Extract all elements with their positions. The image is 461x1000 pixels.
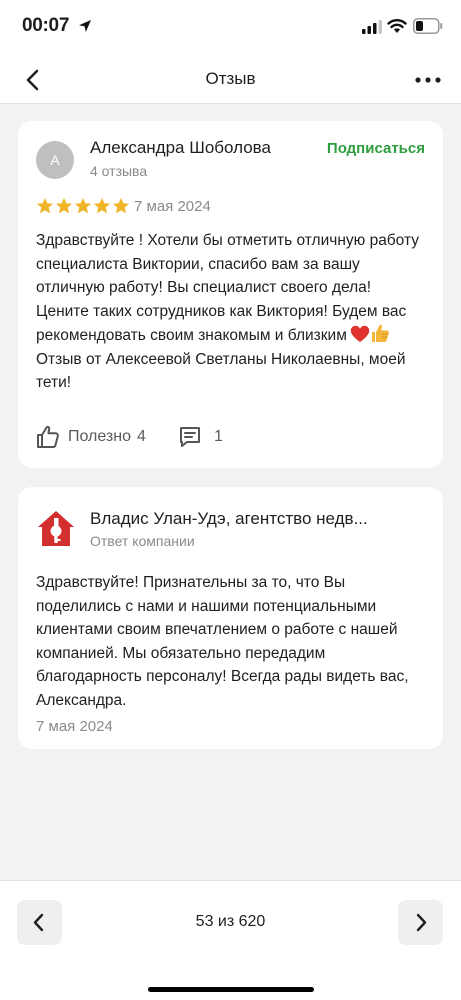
star-icon: [93, 197, 111, 214]
thumbs-up-icon: [37, 425, 59, 448]
cellular-signal-icon: [362, 20, 382, 34]
avatar[interactable]: А: [36, 141, 74, 179]
review-card: А Александра Шоболова 4 отзыва Подписать…: [18, 121, 443, 468]
page-title: Отзыв: [205, 69, 256, 88]
red-heart-emoji: [350, 325, 370, 342]
more-options-button[interactable]: [410, 64, 446, 96]
reply-date: 7 мая 2024: [36, 718, 113, 735]
rating-stars: [36, 197, 130, 215]
star-icon: [74, 197, 92, 214]
star-icon: [55, 197, 73, 214]
author-reviews-count: 4 отзыва: [90, 163, 148, 179]
comments-count: 1: [214, 428, 223, 445]
helpful-count: 4: [137, 428, 146, 445]
pager-text: 53 из 620: [195, 913, 266, 930]
comments-button[interactable]: 1: [178, 424, 223, 450]
author-name[interactable]: Александра Шоболова: [90, 138, 271, 158]
helpful-button[interactable]: Полезно 4: [36, 424, 146, 450]
app-header: Отзыв: [0, 56, 461, 104]
helpful-label: Полезно: [68, 428, 131, 445]
status-bar: 00:07: [0, 0, 461, 56]
review-date: 7 мая 2024: [134, 198, 211, 215]
review-text-tail: Отзыв от Алексеевой Светланы Николаевны,…: [36, 350, 406, 392]
status-time: 00:07: [22, 15, 70, 36]
pager-bar: 53 из 620: [0, 880, 461, 1000]
subscribe-button[interactable]: Подписаться: [327, 140, 425, 157]
company-reply-card: Владис Улан-Удэ, агентство недв... Ответ…: [18, 487, 443, 749]
wifi-icon: [387, 19, 407, 33]
location-arrow-icon: [79, 20, 91, 32]
next-review-button[interactable]: [398, 900, 443, 945]
chevron-right-icon: [416, 913, 427, 932]
house-key-logo-icon[interactable]: [36, 509, 76, 549]
review-text: Здравствуйте ! Хотели бы отметить отличн…: [36, 229, 428, 395]
star-icon: [112, 197, 130, 214]
thumbs-up-emoji: [371, 324, 389, 342]
reply-text: Здравствуйте! Признательны за то, что Вы…: [36, 574, 409, 709]
comment-icon: [180, 427, 200, 447]
battery-icon: [413, 18, 443, 34]
company-name[interactable]: Владис Улан-Удэ, агентство недв...: [90, 509, 410, 529]
star-icon: [36, 197, 54, 214]
home-indicator: [148, 987, 314, 992]
reply-label: Ответ компании: [90, 533, 195, 549]
